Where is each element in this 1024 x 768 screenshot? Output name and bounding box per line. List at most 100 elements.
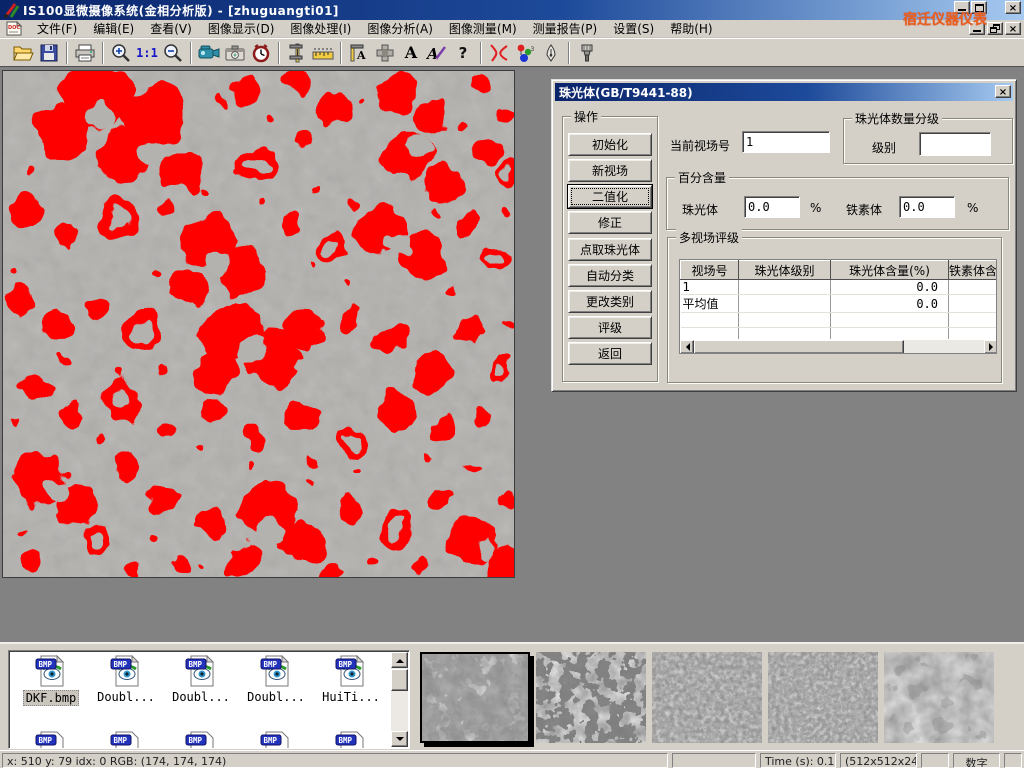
file-item-clipped[interactable]: BMP	[89, 731, 163, 749]
menu-item-image-display[interactable]: 图像显示(D)	[200, 19, 283, 38]
pick-pearlite-button[interactable]: 点取珠光体	[568, 238, 652, 261]
pearlite-percent-unit: %	[810, 201, 821, 215]
svg-text:BMP: BMP	[263, 736, 277, 745]
file-item[interactable]: BMP Doubl...	[164, 655, 238, 704]
ferrite-percent-input[interactable]	[899, 196, 955, 218]
draw-pen-button[interactable]	[538, 40, 564, 65]
scrollbar-thumb[interactable]	[391, 669, 408, 691]
count-markers-button[interactable]: 3	[512, 40, 538, 65]
file-item[interactable]: BMP Doubl...	[89, 655, 163, 704]
file-name[interactable]: Doubl...	[245, 690, 307, 704]
menu-item-help[interactable]: 帮助(H)	[662, 19, 720, 38]
menu-item-view[interactable]: 查看(V)	[142, 19, 200, 38]
thumbnail-4[interactable]	[768, 652, 878, 743]
file-name[interactable]: DKF.bmp	[23, 690, 80, 706]
mdi-restore-button[interactable]	[987, 22, 1003, 35]
scroll-right-button[interactable]	[984, 340, 997, 354]
help-button[interactable]: ?	[450, 40, 476, 65]
cursor-position-status: x: 510 y: 79 idx: 0 RGB: (174, 174, 174)	[2, 753, 668, 768]
file-item-clipped[interactable]: BMP	[164, 731, 238, 749]
timer-button[interactable]	[248, 40, 274, 65]
bmp-file-icon: BMP	[260, 655, 293, 687]
correct-button[interactable]: 修正	[568, 211, 652, 234]
colored-markers-icon: 3	[514, 43, 536, 63]
arrow-right-icon	[989, 343, 997, 351]
snapshot-button[interactable]	[222, 40, 248, 65]
dialog-title-bar[interactable]: 珠光体(GB/T9441-88)	[555, 83, 1013, 101]
pearlite-percent-label: 珠光体	[682, 201, 718, 218]
text-pencil-icon: A	[426, 43, 448, 63]
title-bar[interactable]: IS100显微摄像系统(金相分析版) - [zhuguangti01]	[0, 0, 1024, 20]
thumbnail-5[interactable]	[884, 652, 994, 743]
dialog-title: 珠光体(GB/T9441-88)	[559, 84, 693, 101]
file-item-clipped[interactable]: BMP	[239, 731, 313, 749]
mdi-close-button[interactable]: ×	[1005, 22, 1021, 35]
measure-text-button[interactable]: A	[346, 40, 372, 65]
menu-item-edit[interactable]: 编辑(E)	[85, 19, 142, 38]
file-list[interactable]: BMP DKF.bmp BMP Doubl... BMP Doubl...	[8, 650, 410, 749]
curve-erase-button[interactable]	[486, 40, 512, 65]
file-item[interactable]: BMP DKF.bmp	[14, 655, 88, 706]
binarize-button[interactable]: 二值化	[568, 185, 652, 208]
initialize-button[interactable]: 初始化	[568, 133, 652, 156]
status-panel-empty	[921, 753, 949, 768]
thumbnail-2[interactable]	[536, 652, 646, 743]
menu-item-file[interactable]: 文件(F)	[29, 19, 85, 38]
annotate-button[interactable]: A	[424, 40, 450, 65]
menu-item-image-analysis[interactable]: 图像分析(A)	[359, 19, 441, 38]
new-field-button[interactable]: 新视场	[568, 159, 652, 182]
scroll-left-button[interactable]	[680, 340, 694, 354]
window-close-button[interactable]: ×	[1005, 1, 1021, 14]
zoom-out-button[interactable]	[160, 40, 186, 65]
auto-classify-button[interactable]: 自动分类	[568, 264, 652, 287]
actual-size-button[interactable]: 1:1	[134, 40, 160, 65]
toolbar-separator	[568, 42, 570, 64]
cell-pearlite: 0.0	[831, 295, 949, 313]
file-name[interactable]: HuiTi...	[320, 690, 382, 704]
open-button[interactable]	[10, 40, 36, 65]
ruler-horizontal-button[interactable]	[310, 40, 336, 65]
file-item-clipped[interactable]: BMP	[314, 731, 388, 749]
file-item[interactable]: BMP Doubl...	[239, 655, 313, 704]
thumbnail-1[interactable]	[420, 652, 530, 743]
thumbnail-3[interactable]	[652, 652, 762, 743]
merge-grid-button[interactable]	[372, 40, 398, 65]
print-button[interactable]	[72, 40, 98, 65]
one-to-one-icon: 1:1	[136, 46, 158, 60]
change-class-button[interactable]: 更改类别	[568, 290, 652, 313]
save-button[interactable]	[36, 40, 62, 65]
file-name[interactable]: Doubl...	[95, 690, 157, 704]
current-field-input[interactable]	[742, 131, 830, 153]
dialog-close-button[interactable]: ×	[995, 85, 1011, 98]
file-list-scrollbar[interactable]	[391, 652, 408, 747]
pearlite-percent-input[interactable]	[744, 196, 800, 218]
brush-button[interactable]	[574, 40, 600, 65]
text-tool-button[interactable]: A	[398, 40, 424, 65]
col-field-number[interactable]: 视场号	[681, 261, 739, 280]
col-pearlite-grade[interactable]: 珠光体级别	[739, 261, 831, 280]
zoom-in-button[interactable]	[108, 40, 134, 65]
col-ferrite-content[interactable]: 铁素体含量(%)	[949, 261, 998, 280]
cell-ferrite	[949, 295, 998, 313]
menu-item-settings[interactable]: 设置(S)	[605, 19, 662, 38]
return-button[interactable]: 返回	[568, 342, 652, 365]
video-capture-button[interactable]	[196, 40, 222, 65]
grade-input[interactable]	[919, 132, 991, 156]
file-item[interactable]: BMP HuiTi...	[314, 655, 388, 704]
scrollbar-thumb[interactable]	[694, 340, 904, 354]
scroll-down-button[interactable]	[391, 731, 408, 747]
menu-item-image-measure[interactable]: 图像测量(M)	[441, 19, 525, 38]
scroll-up-button[interactable]	[391, 652, 408, 668]
image-size-status: (512x512x24)	[840, 753, 917, 768]
micrograph-image[interactable]	[2, 70, 515, 578]
file-name[interactable]: Doubl...	[170, 690, 232, 704]
caliper-vertical-button[interactable]	[284, 40, 310, 65]
rate-button[interactable]: 评级	[568, 316, 652, 339]
restore-icon	[990, 24, 1000, 33]
menu-item-image-processing[interactable]: 图像处理(I)	[282, 19, 359, 38]
col-pearlite-content[interactable]: 珠光体含量(%)	[831, 261, 949, 280]
table-horizontal-scrollbar[interactable]	[680, 339, 997, 353]
file-item-clipped[interactable]: BMP	[14, 731, 88, 749]
bmp-file-icon: BMP	[260, 731, 293, 749]
menu-item-measure-report[interactable]: 测量报告(P)	[525, 19, 606, 38]
